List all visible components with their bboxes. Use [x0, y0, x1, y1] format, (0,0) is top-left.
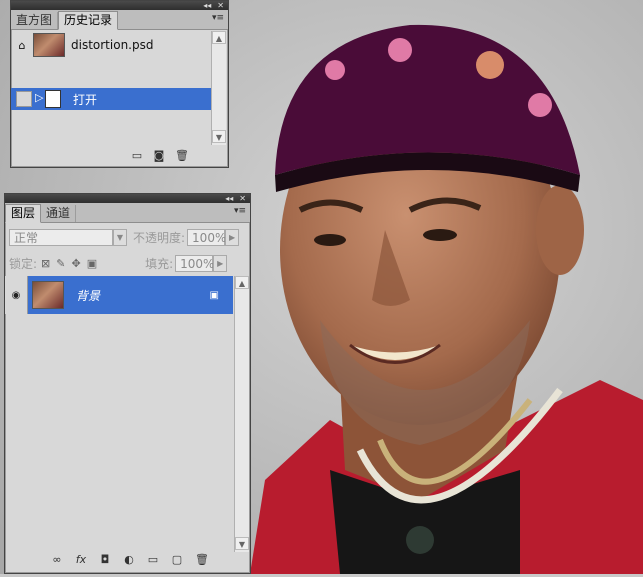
chevron-right-icon[interactable]: ▶	[225, 228, 240, 246]
history-state-row[interactable]: ▷ 打开	[11, 88, 211, 110]
history-brush-checkbox[interactable]	[16, 91, 32, 107]
lock-label: 锁定:	[9, 256, 38, 271]
chevron-down-icon[interactable]: ▼	[113, 228, 127, 246]
scroll-down-icon[interactable]: ▼	[235, 537, 249, 550]
opacity-label: 不透明度:	[133, 230, 186, 245]
layers-panel-titlebar[interactable]: ◂◂ ✕	[5, 194, 250, 203]
lock-position-icon[interactable]: ✥	[71, 257, 80, 270]
opacity-value: 100%	[192, 230, 227, 245]
layers-scrollbar[interactable]: ▲ ▼	[234, 276, 249, 552]
lock-fill-row: 锁定: ⊠ ✎ ✥ ▣ 填充: 100% ▶	[5, 252, 250, 274]
visibility-eye-icon[interactable]: ◉	[5, 276, 28, 314]
snapshot-icon[interactable]: ◙	[153, 149, 165, 162]
history-state-label: 打开	[73, 93, 98, 107]
fill-input[interactable]: 100%	[175, 254, 215, 272]
blend-mode-value: 正常	[14, 230, 39, 245]
mask-icon[interactable]: ◘	[99, 553, 111, 566]
layer-name[interactable]: 背景	[76, 287, 100, 304]
history-scrollbar[interactable]: ▲ ▼	[211, 31, 226, 145]
scroll-up-icon[interactable]: ▲	[235, 276, 249, 289]
lock-image-icon[interactable]: ✎	[56, 257, 65, 270]
history-panel-titlebar[interactable]: ◂◂ ✕	[11, 1, 228, 10]
trash-icon[interactable]: 🗑	[195, 553, 209, 566]
blend-mode-select[interactable]: 正常	[9, 228, 113, 246]
close-icon[interactable]: ✕	[239, 194, 246, 203]
fill-label: 填充:	[145, 256, 174, 271]
new-layer-icon[interactable]: ▢	[171, 553, 183, 566]
scroll-down-icon[interactable]: ▼	[212, 130, 226, 143]
fill-value: 100%	[180, 256, 215, 271]
scroll-up-icon[interactable]: ▲	[212, 31, 226, 44]
chevron-right-icon[interactable]: ▶	[213, 254, 228, 272]
history-brush-source-icon[interactable]: ⌂	[11, 39, 33, 52]
history-snapshot-row[interactable]: ⌂ distortion.psd	[11, 32, 211, 58]
lock-all-icon[interactable]: ▣	[87, 257, 97, 270]
layer-thumbnail	[32, 281, 64, 309]
lock-icon: ▣	[209, 289, 219, 301]
layers-panel-tabs: 图层 通道 ▾≡	[5, 203, 250, 223]
history-footer: ▭ ◙ 🗑	[131, 149, 189, 162]
opacity-input[interactable]: 100%	[187, 228, 227, 246]
layers-footer: ∞ fx ◘ ◐ ▭ ▢ 🗑	[51, 553, 209, 566]
close-icon[interactable]: ✕	[217, 1, 224, 10]
tab-histogram[interactable]: 直方图	[11, 12, 59, 29]
history-panel-tabs: 直方图 历史记录 ▾≡	[11, 10, 228, 30]
snapshot-thumbnail	[33, 33, 65, 57]
new-document-from-state-icon[interactable]: ▭	[131, 149, 143, 162]
document-icon	[45, 90, 61, 108]
play-arrow-icon: ▷	[35, 91, 44, 104]
collapse-icon[interactable]: ◂◂	[225, 194, 233, 203]
document-name: distortion.psd	[71, 38, 154, 52]
history-panel: ◂◂ ✕ 直方图 历史记录 ▾≡ ⌂ distortion.psd ▷ 打开 ▲…	[10, 0, 229, 168]
collapse-icon[interactable]: ◂◂	[203, 1, 211, 10]
layer-row-background[interactable]: ◉ 背景 ▣	[5, 276, 233, 314]
panel-menu-icon[interactable]: ▾≡	[212, 13, 224, 23]
group-icon[interactable]: ▭	[147, 553, 159, 566]
tab-history[interactable]: 历史记录	[58, 11, 119, 30]
tab-layers[interactable]: 图层	[5, 204, 42, 223]
link-layers-icon[interactable]: ∞	[51, 553, 63, 566]
trash-icon[interactable]: 🗑	[175, 149, 189, 162]
fx-icon[interactable]: fx	[75, 553, 87, 566]
lock-transparency-icon[interactable]: ⊠	[41, 257, 50, 270]
tab-channels[interactable]: 通道	[41, 205, 77, 222]
adjustment-icon[interactable]: ◐	[123, 553, 135, 566]
blend-opacity-row: 正常 ▼ 不透明度: 100% ▶	[5, 226, 250, 248]
layers-panel: ◂◂ ✕ 图层 通道 ▾≡ 正常 ▼ 不透明度: 100% ▶ 锁定: ⊠ ✎ …	[4, 193, 251, 574]
panel-menu-icon[interactable]: ▾≡	[234, 206, 246, 216]
history-list: ⌂ distortion.psd ▷ 打开	[11, 30, 228, 148]
